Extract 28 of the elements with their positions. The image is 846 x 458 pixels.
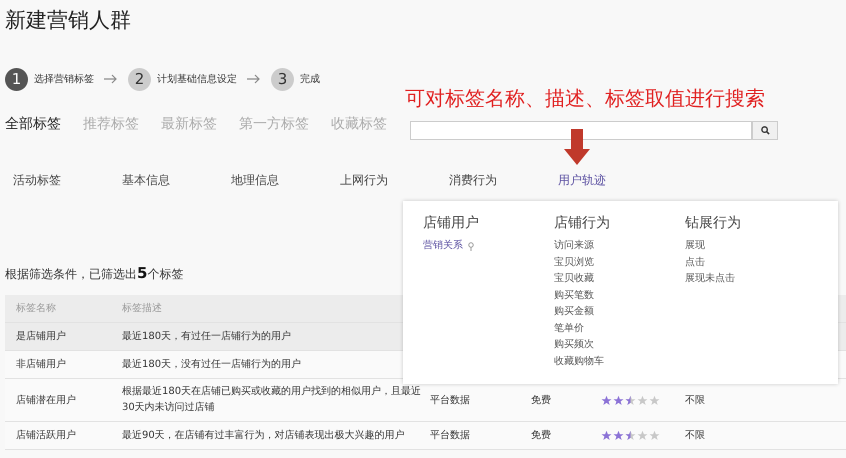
table-cell-text: 平台数据: [430, 394, 471, 408]
table-cell-text: 非店铺用户: [15, 358, 67, 372]
table-cell-text: 免费: [531, 428, 552, 443]
step-number: 1: [5, 68, 28, 91]
step-number: 3: [271, 68, 294, 91]
table-cell-text: 不限: [685, 394, 706, 408]
table-cell-text: 免费: [531, 394, 552, 408]
column-header: 标签名称: [15, 302, 57, 316]
step-number: 2: [128, 68, 151, 91]
table-cell-text: 最近90天，在店铺有过丰富行为，对店铺表现出极大兴趣的用户: [122, 428, 406, 442]
step-label: 选择营销标签: [34, 72, 94, 87]
table-cell-text: 店铺活跃用户: [15, 428, 77, 443]
table-cell-text: 店铺潜在用户: [15, 394, 77, 408]
group-heading: 店铺行为: [554, 214, 611, 233]
table-cell-text: 是店铺用户: [15, 330, 67, 344]
group-heading: 店铺用户: [423, 214, 480, 233]
table-cell-text: 平台数据: [430, 428, 471, 443]
annotation-text: 可对标签名称、描述、标签取值进行搜索: [405, 85, 766, 111]
table-cell-text: 最近180天，没有过任一店铺行为的用户: [122, 358, 302, 372]
column-header: 标签描述: [122, 302, 163, 316]
table-cell-text: 最近180天，有过任一店铺行为的用户: [122, 330, 292, 344]
step-label: 计划基础信息设定: [157, 72, 237, 87]
table-cell-text: 根据最近180天在店铺已购买或收藏的用户找到的相似用户，且最近30天内未访问过店铺: [122, 384, 422, 415]
table-cell-text: 不限: [685, 429, 706, 443]
step-label: 完成: [300, 72, 320, 87]
page-title: 新建营销人群: [5, 7, 132, 34]
result-summary: 根据筛选条件，已筛选出5个标签: [5, 263, 184, 284]
group-heading: 钻展行为: [685, 214, 742, 233]
